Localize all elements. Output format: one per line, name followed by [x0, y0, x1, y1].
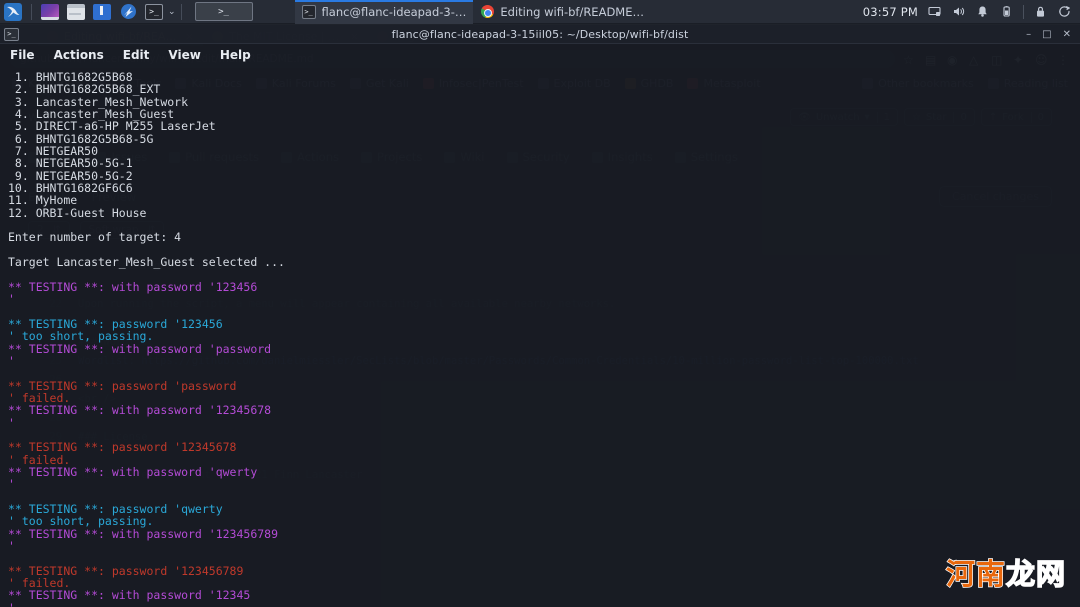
- taskbar-divider: [180, 3, 182, 20]
- maximize-button[interactable]: □: [1042, 29, 1051, 40]
- menu-help[interactable]: Help: [220, 48, 251, 62]
- volume-icon[interactable]: [951, 4, 966, 19]
- terminal-line: 8. NETGEAR50-5G-1: [8, 156, 133, 171]
- terminal-line: ** TESTING **: with password '12345678: [8, 403, 272, 418]
- window-button-label: flanc@flanc-ideapad-3-…: [321, 4, 467, 19]
- window-button-terminal[interactable]: >_ flanc@flanc-ideapad-3-…: [294, 0, 474, 24]
- chevron-down-icon[interactable]: ⌄: [168, 7, 176, 17]
- terminal-title-bar[interactable]: >_ flanc@flanc-ideapad-3-15iil05: ~/Desk…: [0, 25, 1080, 44]
- terminal-line: 7. NETGEAR50: [8, 144, 99, 159]
- kali-dragon-icon[interactable]: [2, 1, 24, 23]
- terminal-menu-bar: File Actions Edit View Help: [0, 44, 1080, 65]
- chrome-icon: [480, 5, 494, 19]
- terminal-line: Enter number of target: 4: [8, 230, 182, 245]
- terminal-line: ** TESTING **: password '123456: [8, 316, 223, 331]
- tray-divider: [1023, 4, 1024, 19]
- terminal-line: 11. MyHome: [8, 193, 78, 208]
- workspace-indicator[interactable]: >_: [194, 2, 253, 21]
- battery-icon[interactable]: [999, 4, 1014, 19]
- watermark: 河南龙网: [945, 551, 1066, 593]
- watermark-white: 龙网: [1005, 556, 1066, 592]
- terminal-line: ** TESTING **: password 'qwerty: [8, 502, 223, 517]
- terminal-line: 1. BHNTG1682G5B68: [8, 70, 133, 84]
- terminal-line: ': [8, 539, 15, 554]
- lock-icon[interactable]: [1033, 4, 1048, 19]
- terminal-line: ** TESTING **: password 'password: [8, 378, 237, 393]
- window-controls: – □ ✕: [1026, 29, 1080, 40]
- power-icon[interactable]: [1057, 4, 1072, 19]
- terminal-line: ** TESTING **: password '12345678: [8, 440, 237, 455]
- clock[interactable]: 03:57 PM: [863, 5, 918, 19]
- terminal-title: flanc@flanc-ideapad-3-15iil05: ~/Desktop…: [391, 27, 689, 41]
- terminal-line: ': [8, 477, 15, 492]
- app-switcher-icon[interactable]: [39, 1, 61, 23]
- terminal-line: ** TESTING **: with password '12345: [8, 588, 251, 603]
- notification-bell-icon[interactable]: [975, 4, 990, 19]
- watermark-orange: 河南: [945, 556, 1006, 592]
- terminal-line: ** TESTING **: with password 'qwerty: [8, 465, 258, 479]
- terminal-line: Target Lancaster_Mesh_Guest selected ...: [8, 255, 285, 270]
- display-icon[interactable]: [927, 4, 942, 19]
- text-editor-icon[interactable]: [91, 1, 113, 23]
- browser-icon[interactable]: [117, 1, 139, 23]
- close-button[interactable]: ✕: [1063, 29, 1071, 40]
- terminal-line: 5. DIRECT-a6-HP M255 LaserJet: [8, 119, 216, 134]
- terminal-icon: >_: [4, 27, 19, 41]
- menu-actions[interactable]: Actions: [54, 48, 104, 62]
- terminal-line: 10. BHNTG1682GF6C6: [8, 181, 133, 196]
- terminal-line: 6. BHNTG1682G5B68-5G: [8, 131, 154, 146]
- terminal-line: 2. BHNTG1682G5B68_EXT: [8, 82, 161, 97]
- terminal-output[interactable]: 1. BHNTG1682G5B68 2. BHNTG1682G5B68_EXT …: [0, 65, 1080, 607]
- terminal-line: ': [8, 292, 15, 307]
- taskbar-divider: [31, 3, 32, 20]
- menu-view[interactable]: View: [168, 48, 200, 62]
- terminal-window[interactable]: >_ flanc@flanc-ideapad-3-15iil05: ~/Desk…: [0, 25, 1080, 607]
- terminal-line: ': [8, 601, 1072, 607]
- terminal-line: 9. NETGEAR50-5G-2: [8, 168, 133, 183]
- terminal-icon[interactable]: >_: [143, 1, 165, 23]
- window-button-chrome[interactable]: Editing wifi-bf/README…: [473, 0, 651, 24]
- file-manager-icon[interactable]: [65, 1, 87, 23]
- minimize-button[interactable]: –: [1026, 29, 1031, 40]
- terminal-line: ** TESTING **: password '123456789: [8, 563, 244, 578]
- taskbar: >_ ⌄ >_ >_ flanc@flanc-ideapad-3-… Editi…: [0, 0, 1080, 24]
- terminal-icon: >_: [301, 4, 316, 19]
- terminal-line: ' too short, passing.: [8, 514, 154, 529]
- system-tray: 03:57 PM: [863, 4, 1080, 19]
- terminal-line: ** TESTING **: with password '123456789: [8, 526, 279, 541]
- menu-edit[interactable]: Edit: [123, 48, 150, 62]
- terminal-line: ': [8, 415, 15, 430]
- menu-file[interactable]: File: [10, 48, 35, 62]
- terminal-line: ': [8, 353, 15, 368]
- terminal-line: 12. ORBI-Guest House: [8, 205, 147, 220]
- terminal-line: ' too short, passing.: [8, 329, 154, 344]
- terminal-line: ** TESTING **: with password '123456: [8, 279, 258, 294]
- window-button-label: Editing wifi-bf/README…: [500, 4, 644, 19]
- terminal-line: ** TESTING **: with password 'password: [8, 341, 272, 356]
